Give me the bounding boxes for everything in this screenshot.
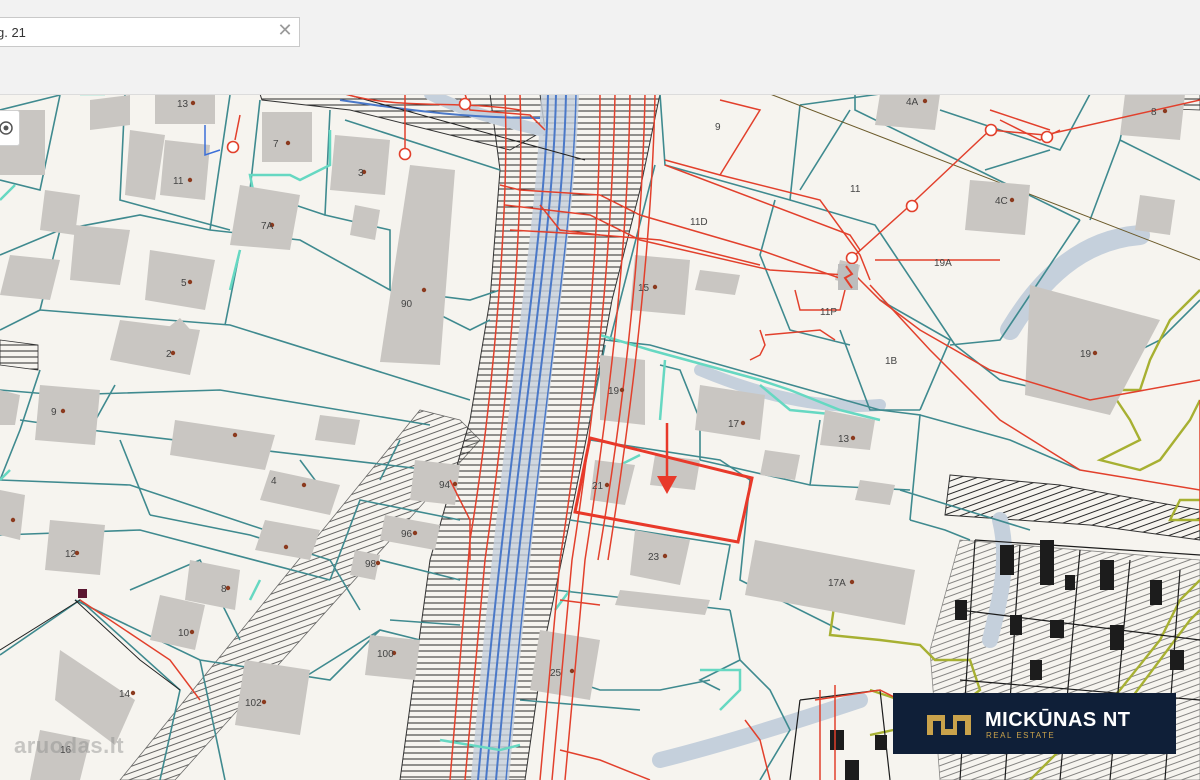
plot-label: 10: [178, 628, 190, 639]
plot-label: 19: [608, 386, 620, 397]
plot-label: 100: [377, 649, 394, 660]
search-input[interactable]: [0, 18, 269, 46]
plot-label: 2: [166, 349, 172, 360]
plot-label: 5: [181, 278, 187, 289]
plot-label: 96: [401, 529, 413, 540]
plot-label: 98: [365, 559, 377, 570]
plot-label: 11: [173, 176, 184, 187]
logo-name: MICKŪNAS NT: [985, 709, 1131, 731]
plot-label: 4A: [906, 97, 919, 108]
agency-logo: MICKŪNAS NT REAL ESTATE: [893, 693, 1176, 754]
plot-label: 19A: [934, 258, 952, 269]
plot-label: 94: [439, 480, 451, 491]
plot-label: 9: [715, 122, 721, 133]
marker-square: [78, 589, 87, 598]
plot-label: 15: [638, 283, 650, 294]
plot-label: 11P: [820, 307, 837, 318]
plot-label: 25: [550, 668, 562, 679]
plot-label: 90: [401, 299, 413, 310]
address-search[interactable]: ✕: [0, 17, 300, 47]
logo-mark-icon: [927, 711, 971, 735]
top-toolbar: ✕: [0, 0, 1200, 95]
plot-label: 9: [51, 407, 57, 418]
plot-label: 4: [271, 476, 277, 487]
plot-label: 1B: [885, 356, 898, 367]
plot-label: 3: [358, 168, 364, 179]
close-icon[interactable]: ✕: [275, 21, 295, 41]
plot-label: 102: [245, 698, 262, 709]
plot-label: 14: [119, 689, 131, 700]
plot-label: 13: [838, 434, 850, 445]
plot-label: 11D: [690, 217, 708, 228]
transformer-icon: [838, 264, 858, 290]
logo-subtitle: REAL ESTATE: [986, 731, 1056, 740]
plot-label: 8: [221, 584, 227, 595]
plot-label: 19: [1080, 349, 1092, 360]
locate-icon: [0, 121, 13, 135]
plot-label: 11: [850, 184, 861, 195]
plot-label: 17: [728, 419, 740, 430]
plot-label: 21: [592, 481, 604, 492]
locate-button[interactable]: [0, 110, 20, 146]
plot-label: 4C: [995, 196, 1008, 207]
plot-label: 23: [648, 552, 660, 563]
plot-label: 17A: [828, 578, 846, 589]
cadastral-map[interactable]: 13 7 11 3 7A 5 90 2 9 4 94 96 98 12 8 10…: [0, 94, 1200, 780]
plot-label: 7: [273, 139, 279, 150]
watermark: aruodas.lt: [14, 733, 125, 758]
plot-label: 8: [1151, 107, 1157, 118]
plot-label: 13: [177, 99, 189, 110]
plot-label: 7A: [261, 221, 274, 232]
plot-label: 12: [65, 549, 77, 560]
